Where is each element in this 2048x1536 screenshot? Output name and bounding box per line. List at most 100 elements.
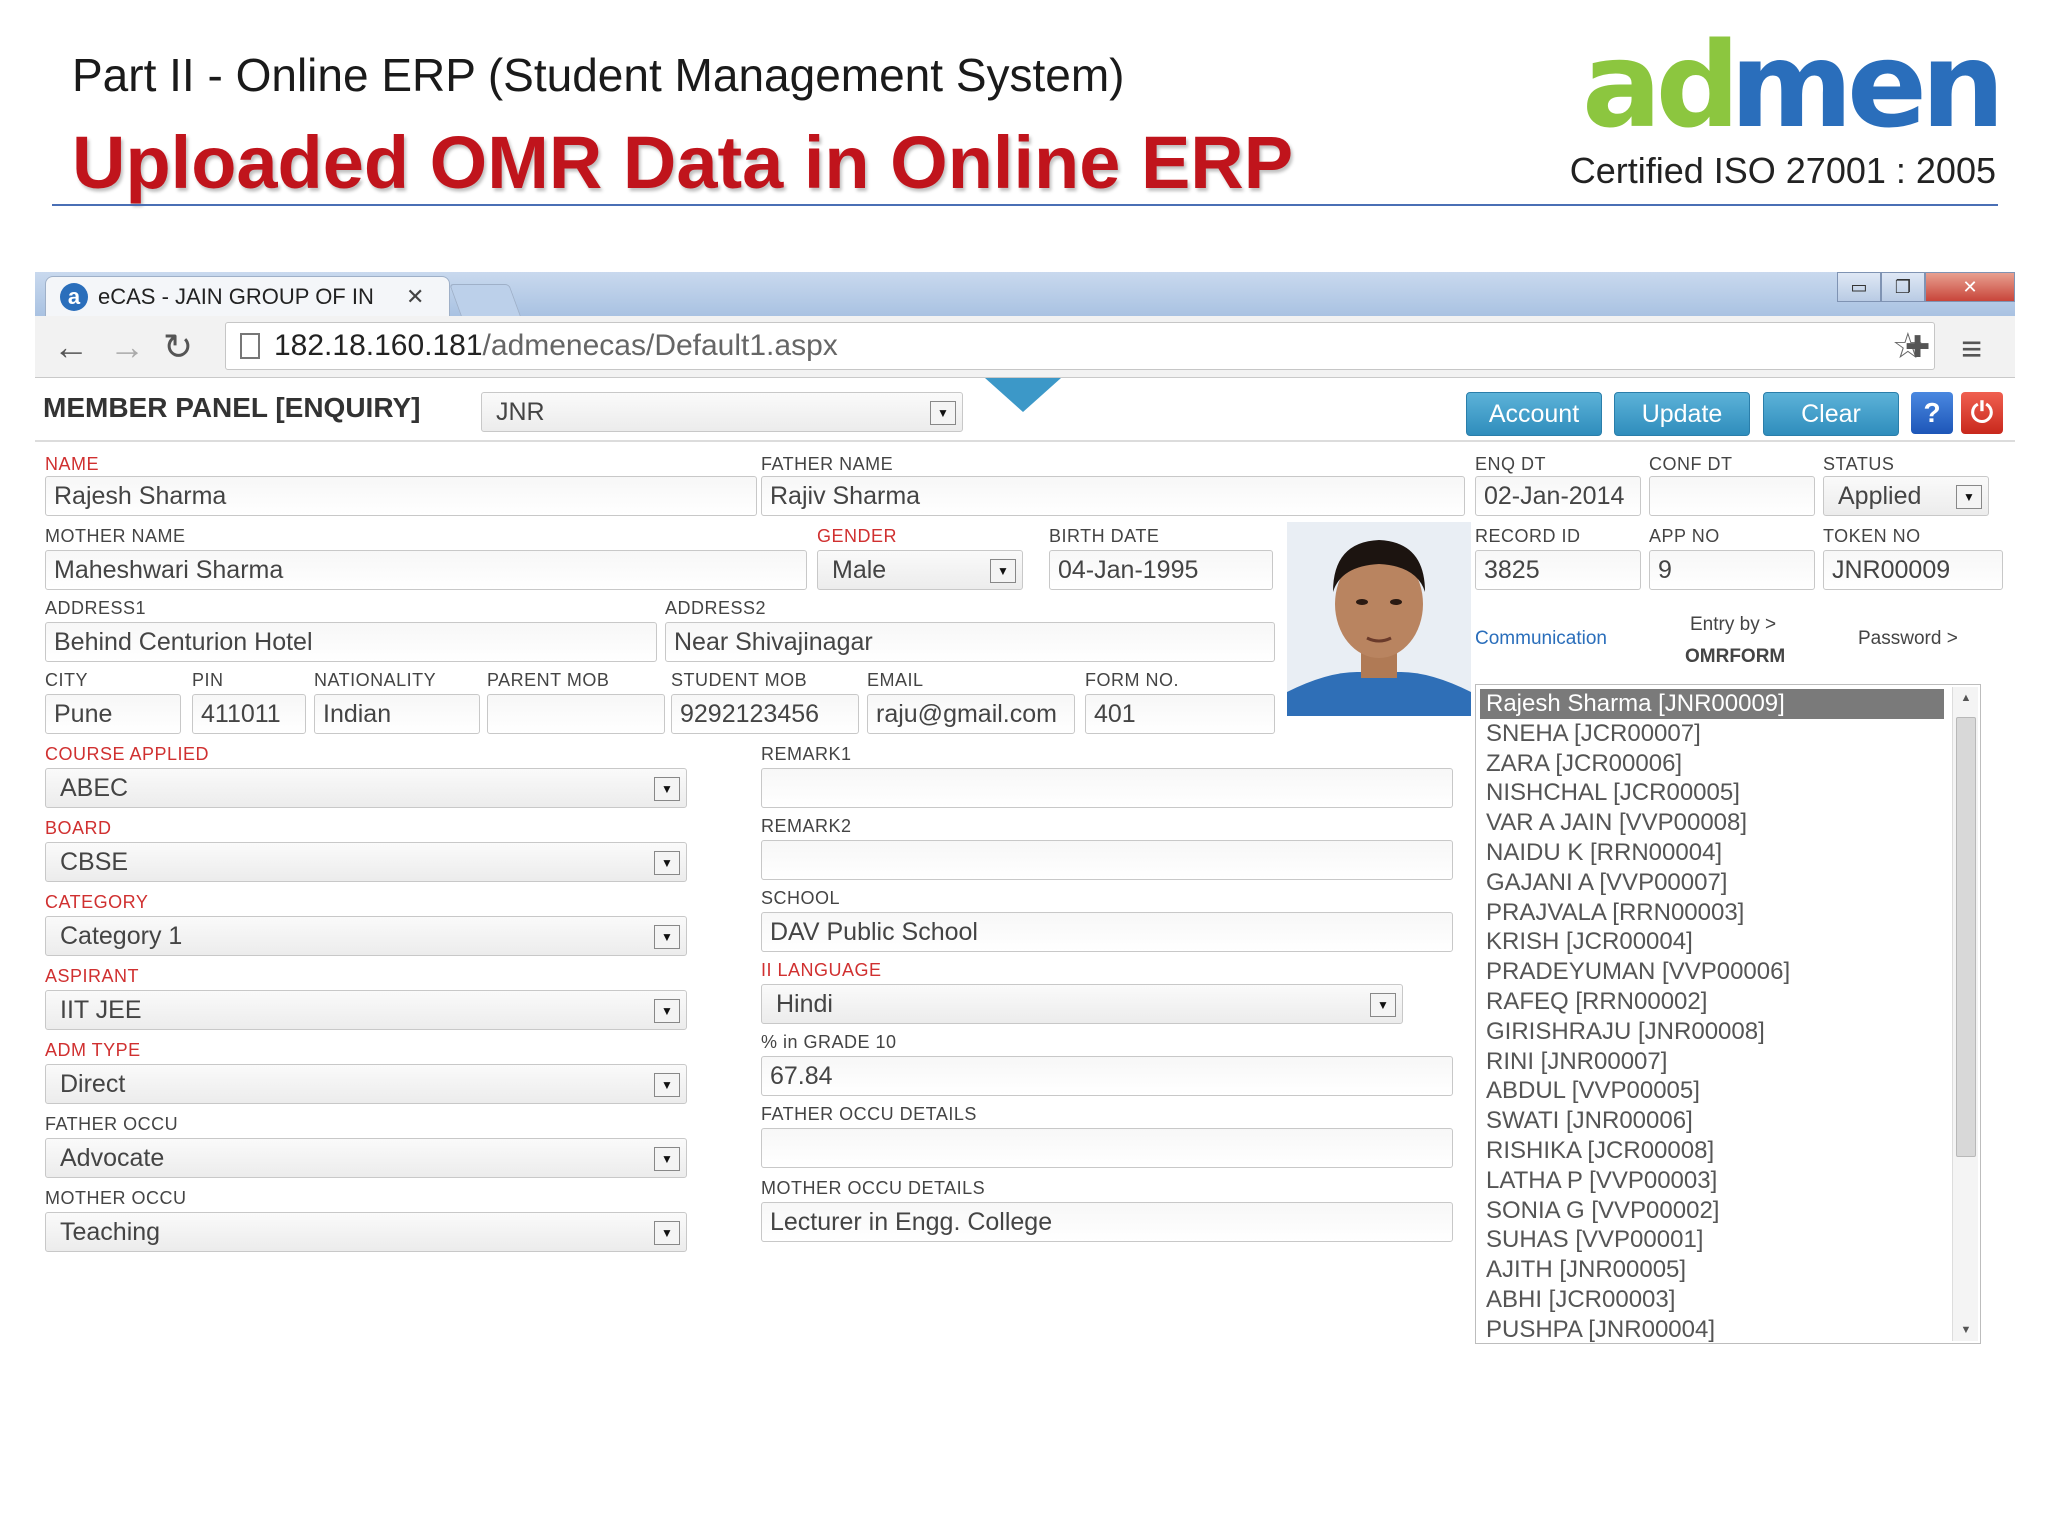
course-applied-select[interactable]: ABEC ▼ [45, 768, 687, 808]
panel-notch [985, 378, 1061, 412]
branch-select[interactable]: JNR ▼ [481, 392, 963, 432]
city-field[interactable]: Pune [45, 694, 181, 734]
adm-type-select[interactable]: Direct ▼ [45, 1064, 687, 1104]
remark1-field[interactable] [761, 768, 1453, 808]
scroll-up-icon[interactable]: ▲ [1953, 687, 1979, 709]
board-label: BOARD [45, 818, 112, 838]
list-item[interactable]: RISHIKA [JCR00008] [1480, 1136, 1944, 1166]
course-applied-label: COURSE APPLIED [45, 744, 210, 764]
list-item[interactable]: ZARA [JCR00006] [1480, 749, 1944, 779]
app-no-field[interactable]: 9 [1649, 550, 1815, 590]
list-item[interactable]: NAIDU K [RRN00004] [1480, 838, 1944, 868]
list-item[interactable]: PRAJVALA [RRN00003] [1480, 898, 1944, 928]
remark1-label: REMARK1 [761, 744, 852, 764]
minimize-icon[interactable]: ▭ [1837, 272, 1881, 302]
board-value: CBSE [60, 847, 129, 876]
ii-language-select[interactable]: Hindi ▼ [761, 984, 1403, 1024]
reload-icon[interactable]: ↻ [163, 326, 193, 368]
power-logout-icon[interactable]: ⏻ [1961, 392, 2003, 434]
conf-date-field[interactable] [1649, 476, 1815, 516]
account-button[interactable]: Account [1466, 392, 1602, 436]
birth-date-field[interactable]: 04-Jan-1995 [1049, 550, 1273, 590]
list-item[interactable]: NISHCHAL [JCR00005] [1480, 778, 1944, 808]
menu-hamburger-icon[interactable]: ≡ [1961, 328, 1982, 370]
branch-select-value: JNR [496, 397, 545, 426]
browser-tab[interactable]: a eCAS - JAIN GROUP OF IN ✕ [45, 276, 450, 316]
name-field[interactable]: Rajesh Sharma [45, 476, 757, 516]
list-item[interactable]: SUHAS [VVP00001] [1480, 1225, 1944, 1255]
student-mob-field[interactable]: 9292123456 [671, 694, 859, 734]
mother-name-field[interactable]: Maheshwari Sharma [45, 550, 807, 590]
email-field[interactable]: raju@gmail.com [867, 694, 1075, 734]
father-occu-details-field[interactable] [761, 1128, 1453, 1168]
list-item[interactable]: RAFEQ [RRN00002] [1480, 987, 1944, 1017]
back-arrow-icon[interactable]: ← [53, 326, 89, 368]
status-select[interactable]: Applied ▼ [1823, 476, 1989, 516]
address1-field[interactable]: Behind Centurion Hotel [45, 622, 657, 662]
list-item[interactable]: LATHA P [VVP00003] [1480, 1166, 1944, 1196]
form-no-field[interactable]: 401 [1085, 694, 1275, 734]
restore-icon[interactable]: ❐ [1881, 272, 1925, 302]
mother-occu-details-field[interactable]: Lecturer in Engg. College [761, 1202, 1453, 1242]
grade10-field[interactable]: 67.84 [761, 1056, 1453, 1096]
student-list[interactable]: Rajesh Sharma [JNR00009] SNEHA [JCR00007]… [1475, 684, 1981, 1344]
address1-label: ADDRESS1 [45, 598, 147, 618]
scrollbar-thumb[interactable] [1956, 717, 1976, 1157]
parent-mob-field[interactable] [487, 694, 665, 734]
list-item[interactable]: SWATI [JNR00006] [1480, 1106, 1944, 1136]
window-close-icon[interactable]: ✕ [1925, 272, 2015, 302]
entry-by-link[interactable]: Entry by > [1690, 614, 1776, 636]
list-item[interactable]: GIRISHRAJU [JNR00008] [1480, 1017, 1944, 1047]
list-item[interactable]: ABHI [JCR00003] [1480, 1285, 1944, 1315]
chevron-down-icon: ▼ [654, 1073, 680, 1097]
mother-name-label: MOTHER NAME [45, 526, 186, 546]
app-no-label: APP NO [1649, 526, 1720, 546]
close-tab-icon[interactable]: ✕ [406, 284, 424, 310]
nationality-field[interactable]: Indian [314, 694, 480, 734]
list-item[interactable]: RINI [JNR00007] [1480, 1047, 1944, 1077]
new-tab-button[interactable] [449, 284, 521, 316]
token-no-label: TOKEN NO [1823, 526, 1921, 546]
remark2-field[interactable] [761, 840, 1453, 880]
father-occu-select[interactable]: Advocate ▼ [45, 1138, 687, 1178]
list-item[interactable]: SNEHA [JCR00007] [1480, 719, 1944, 749]
communication-link[interactable]: Communication [1475, 628, 1607, 650]
board-select[interactable]: CBSE ▼ [45, 842, 687, 882]
aspirant-select[interactable]: IIT JEE ▼ [45, 990, 687, 1030]
list-item[interactable]: ABDUL [VVP00005] [1480, 1076, 1944, 1106]
password-link[interactable]: Password > [1858, 628, 1958, 650]
browser-window: a eCAS - JAIN GROUP OF IN ✕ ▭ ❐ ✕ ← → ↻ … [35, 272, 2015, 1352]
aspirant-label: ASPIRANT [45, 966, 140, 986]
update-button[interactable]: Update [1614, 392, 1750, 436]
list-item[interactable]: PRADEYUMAN [VVP00006] [1480, 957, 1944, 987]
chevron-down-icon: ▼ [654, 925, 680, 949]
enq-date-field[interactable]: 02-Jan-2014 [1475, 476, 1641, 516]
gender-select[interactable]: Male ▼ [817, 550, 1023, 590]
father-occu-label: FATHER OCCU [45, 1114, 179, 1134]
help-icon[interactable]: ? [1911, 392, 1953, 434]
record-id-field[interactable]: 3825 [1475, 550, 1641, 590]
address2-field[interactable]: Near Shivajinagar [665, 622, 1275, 662]
token-no-field[interactable]: JNR00009 [1823, 550, 2003, 590]
forward-arrow-icon[interactable]: → [109, 326, 145, 368]
extension-puzzle-icon[interactable]: ✚ [1905, 330, 1930, 365]
adm-type-value: Direct [60, 1069, 126, 1098]
clear-button[interactable]: Clear [1763, 392, 1899, 436]
list-item[interactable]: GAJANI A [VVP00007] [1480, 868, 1944, 898]
category-select[interactable]: Category 1 ▼ [45, 916, 687, 956]
father-name-field[interactable]: Rajiv Sharma [761, 476, 1465, 516]
list-item[interactable]: AJITH [JNR00005] [1480, 1255, 1944, 1285]
list-item[interactable]: SONIA G [VVP00002] [1480, 1196, 1944, 1226]
chevron-down-icon: ▼ [654, 1221, 680, 1245]
list-item[interactable]: PUSHPA [JNR00004] [1480, 1315, 1944, 1343]
chevron-down-icon: ▼ [1370, 993, 1396, 1017]
list-scrollbar[interactable]: ▲ ▼ [1952, 687, 1978, 1341]
list-item[interactable]: KRISH [JCR00004] [1480, 927, 1944, 957]
address-bar[interactable]: 182.18.160.181/admenecas/Default1.aspx ☆ [225, 322, 1935, 370]
school-field[interactable]: DAV Public School [761, 912, 1453, 952]
scroll-down-icon[interactable]: ▼ [1953, 1319, 1979, 1341]
pin-field[interactable]: 411011 [192, 694, 306, 734]
list-item[interactable]: VAR A JAIN [VVP00008] [1480, 808, 1944, 838]
mother-occu-select[interactable]: Teaching ▼ [45, 1212, 687, 1252]
list-item[interactable]: Rajesh Sharma [JNR00009] [1480, 689, 1944, 719]
